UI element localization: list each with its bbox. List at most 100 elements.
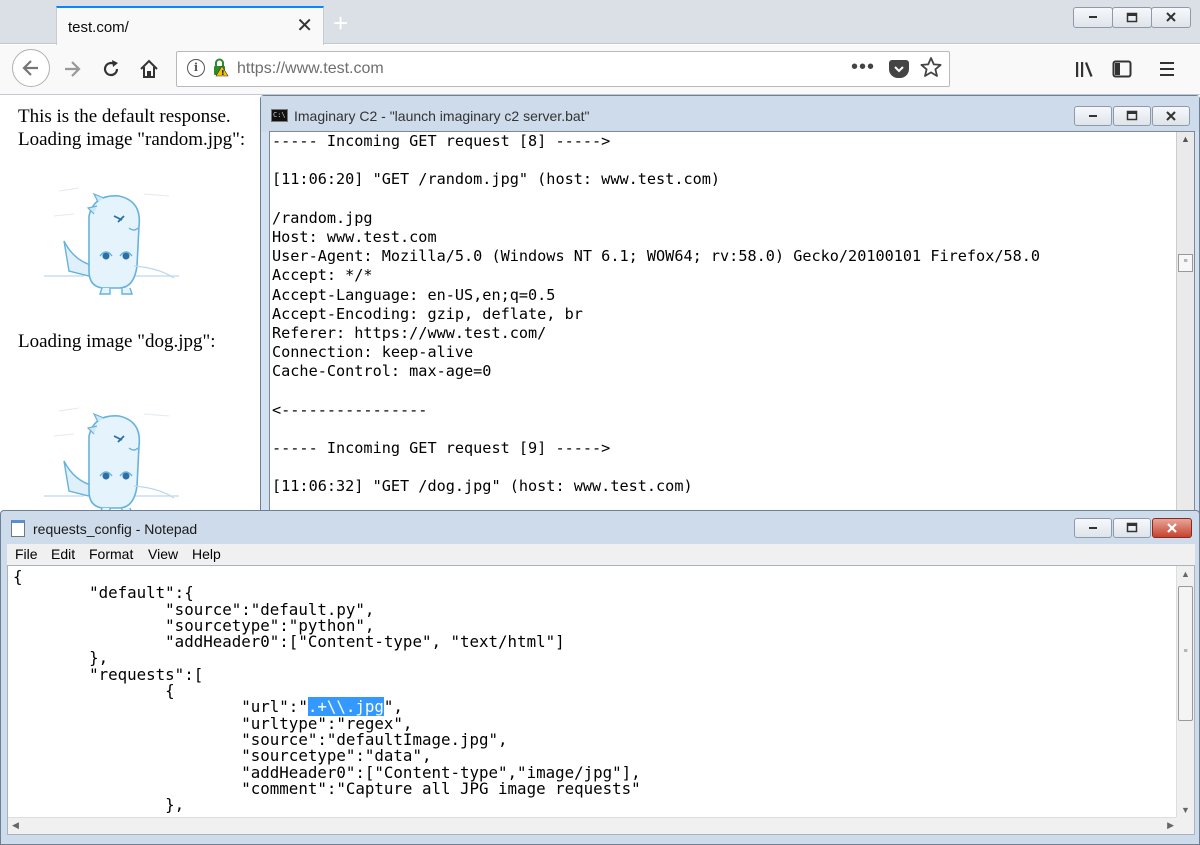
home-icon <box>140 59 158 78</box>
console-line: Accept-Encoding: gzip, deflate, br <box>272 304 583 323</box>
library-button[interactable] <box>1070 55 1098 83</box>
loading-random-text: Loading image "random.jpg": <box>18 129 246 150</box>
page-actions-menu-icon[interactable]: ••• <box>851 56 875 79</box>
console-output[interactable]: ----- Incoming GET request [8] -----> [11… <box>269 131 1195 521</box>
notepad-titlebar[interactable]: requests_config - Notepad <box>1 511 1199 543</box>
new-tab-button[interactable]: + <box>333 10 348 36</box>
back-arrow-icon <box>22 60 38 76</box>
minimize-icon <box>1089 16 1097 18</box>
hamburger-menu-icon <box>1160 62 1174 76</box>
notepad-horizontal-scrollbar[interactable]: ◀ ▶ <box>8 817 1178 834</box>
console-line: Accept-Language: en-US,en;q=0.5 <box>272 285 556 304</box>
close-icon <box>1167 523 1177 533</box>
console-scroll-thumb[interactable]: ≡ <box>1178 254 1193 272</box>
tab-active[interactable]: test.com/ ✕ <box>56 6 324 45</box>
url-text[interactable]: https://www.test.com <box>237 60 384 78</box>
maximize-icon <box>1126 522 1138 533</box>
console-line: [11:06:20] "GET /random.jpg" (host: www.… <box>272 170 721 189</box>
library-icon <box>1076 62 1093 77</box>
menu-edit[interactable]: Edit <box>51 546 75 562</box>
notepad-menubar: File Edit Format View Help <box>7 544 1195 565</box>
console-line: Host: www.test.com <box>272 227 437 246</box>
console-line: Referer: https://www.test.com/ <box>272 323 547 342</box>
notepad-minimize-button[interactable] <box>1074 518 1112 538</box>
maximize-icon <box>1126 110 1138 121</box>
console-line: User-Agent: Mozilla/5.0 (Windows NT 6.1;… <box>272 247 1041 266</box>
maximize-icon <box>1126 12 1138 23</box>
home-button[interactable] <box>135 55 163 83</box>
menu-help[interactable]: Help <box>192 546 221 562</box>
console-line: ----- Incoming GET request [9] -----> <box>272 439 611 457</box>
console-title: Imaginary C2 - "launch imaginary c2 serv… <box>294 108 590 124</box>
minimize-icon <box>1089 115 1097 117</box>
console-minimize-button[interactable] <box>1074 106 1112 126</box>
console-line: <---------------- <box>272 400 428 419</box>
notepad-maximize-button[interactable] <box>1113 518 1151 538</box>
close-icon <box>1166 12 1176 22</box>
browser-close-button[interactable] <box>1151 7 1191 28</box>
forward-arrow-icon <box>65 61 81 77</box>
notepad-text-area[interactable]: { "default":{ "source":"default.py", "so… <box>7 565 1195 835</box>
console-line: Cache-Control: max-age=0 <box>272 362 492 381</box>
close-icon <box>1166 111 1176 121</box>
pocket-icon[interactable] <box>889 60 909 78</box>
console-maximize-button[interactable] <box>1113 106 1151 126</box>
browser-minimize-button[interactable] <box>1073 7 1113 28</box>
menu-file[interactable]: File <box>15 546 38 562</box>
notepad-title: requests_config - Notepad <box>33 521 198 537</box>
scroll-up-arrow-icon[interactable]: ▲ <box>1181 569 1190 579</box>
tab-bar: test.com/ ✕ + <box>0 0 1200 45</box>
notepad-line-text: }, <box>13 795 185 815</box>
reload-button[interactable] <box>97 55 125 83</box>
scroll-down-arrow-icon[interactable]: ▼ <box>1181 805 1190 815</box>
notepad-close-button[interactable] <box>1152 518 1192 538</box>
dinosaur-image-2 <box>44 407 179 515</box>
scroll-right-arrow-icon[interactable]: ▶ <box>1167 820 1174 831</box>
reload-icon <box>103 60 119 77</box>
bookmark-star-icon[interactable] <box>919 55 943 87</box>
back-button[interactable] <box>12 49 50 87</box>
sidebar-icon <box>1112 60 1132 78</box>
scroll-left-arrow-icon[interactable]: ◀ <box>12 820 19 831</box>
notepad-line: }, <box>13 797 641 813</box>
console-line: [11:06:32] "GET /dog.jpg" (host: www.tes… <box>272 477 693 496</box>
navigation-toolbar: i ! https://www.test.com ••• <box>0 45 1200 95</box>
tab-close-icon[interactable]: ✕ <box>296 14 313 38</box>
menu-button[interactable] <box>1153 55 1181 83</box>
notepad-vertical-scrollbar[interactable]: ▲ ≡ ▼ <box>1176 566 1194 818</box>
url-bar[interactable]: i ! https://www.test.com ••• <box>176 51 950 87</box>
notepad-scroll-thumb[interactable]: ≡ <box>1178 586 1193 721</box>
default-response-text: This is the default response. <box>18 106 231 127</box>
console-line: /random.jpg <box>272 208 373 227</box>
console-titlebar[interactable]: C:\ Imaginary C2 - "launch imaginary c2 … <box>261 96 1199 132</box>
forward-button[interactable] <box>58 55 86 83</box>
browser-maximize-button[interactable] <box>1112 7 1152 28</box>
console-scrollbar[interactable]: ▲ ≡ <box>1176 132 1194 520</box>
notepad-lines: { "default":{ "source":"default.py", "so… <box>13 568 641 813</box>
console-line: ----- Incoming GET request [8] -----> <box>272 132 611 150</box>
console-app-icon: C:\ <box>271 109 288 122</box>
console-window: C:\ Imaginary C2 - "launch imaginary c2 … <box>260 95 1200 521</box>
sidebar-button[interactable] <box>1108 55 1136 83</box>
web-page-content: This is the default response. Loading im… <box>0 96 260 516</box>
notepad-app-icon <box>11 520 25 537</box>
scroll-up-arrow-icon[interactable]: ▲ <box>1177 134 1194 144</box>
loading-dog-text: Loading image "dog.jpg": <box>18 331 216 352</box>
scrollbar-corner <box>1176 817 1194 834</box>
notepad-window: requests_config - Notepad File Edit Form… <box>0 510 1200 845</box>
console-close-button[interactable] <box>1152 106 1190 126</box>
menu-format[interactable]: Format <box>89 546 133 562</box>
minimize-icon <box>1089 527 1097 529</box>
menu-view[interactable]: View <box>148 546 178 562</box>
console-line: Accept: */* <box>272 266 373 285</box>
svg-text:!: ! <box>221 69 224 77</box>
console-line: Connection: keep-alive <box>272 343 474 362</box>
tab-title: test.com/ <box>68 19 129 36</box>
lock-warning-icon[interactable]: ! <box>211 57 231 82</box>
site-info-icon[interactable]: i <box>187 59 205 77</box>
